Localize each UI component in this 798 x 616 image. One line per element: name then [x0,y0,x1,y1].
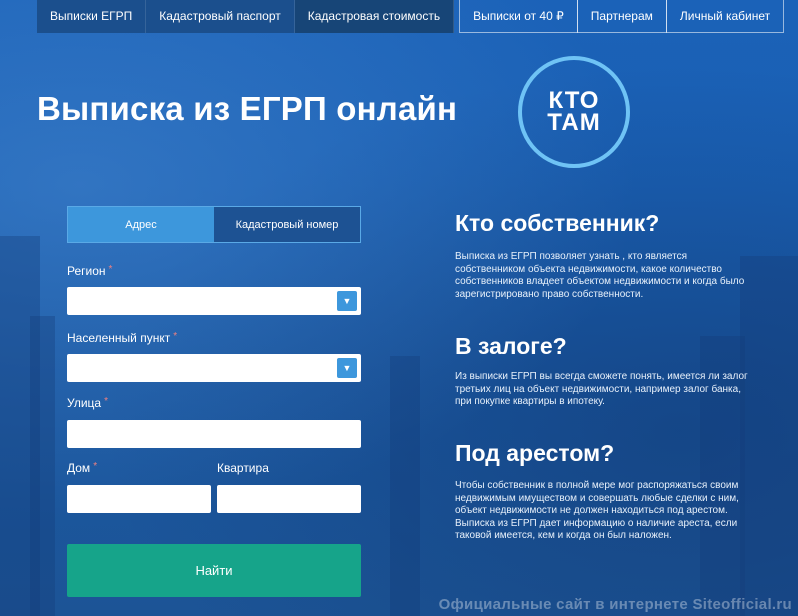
house-input[interactable] [67,485,211,513]
city-label-text: Населенный пункт [67,331,171,345]
nav-group-services: Выписки ЕГРП Кадастровый паспорт Кадастр… [37,0,455,33]
region-label: Регион * [67,264,112,278]
required-mark: * [108,264,113,275]
search-tabs: Адрес Кадастровый номер [67,206,361,243]
logo[interactable]: КТО ТАМ [518,56,630,168]
heading-pledge: В залоге? [455,333,567,359]
text-owner: Выписка из ЕГРП позволяет узнать , кто я… [455,251,745,300]
nav-item-account[interactable]: Личный кабинет [665,0,785,33]
nav-item-egrp[interactable]: Выписки ЕГРП [37,0,147,33]
street-label: Улица * [67,396,108,410]
city-select[interactable] [67,354,361,382]
required-mark: * [173,331,178,342]
page-title: Выписка из ЕГРП онлайн [37,90,458,127]
region-select[interactable] [67,287,361,315]
heading-owner: Кто собственник? [455,210,660,236]
watermark: Официальные сайт в интернете Siteofficia… [438,596,792,613]
apartment-input[interactable] [217,485,361,513]
nav-group-account: Выписки от 40 ₽ Партнерам Личный кабинет [459,0,785,33]
required-mark: * [93,461,98,472]
required-mark: * [104,396,108,407]
street-label-text: Улица [67,396,102,410]
tab-address[interactable]: Адрес [68,207,214,242]
nav-item-cadastral-passport[interactable]: Кадастровый паспорт [146,0,295,33]
text-arrest: Чтобы собственник в полной мере мог расп… [455,480,739,541]
house-label-text: Дом [67,461,91,475]
chevron-down-icon[interactable]: ▼ [337,358,357,378]
nav-item-cadastral-value[interactable]: Кадастровая стоимость [294,0,455,33]
top-nav: Выписки ЕГРП Кадастровый паспорт Кадастр… [37,0,785,33]
tab-cadastral-number[interactable]: Кадастровый номер [214,207,360,242]
house-label: Дом * [67,461,97,475]
text-pledge: Из выписки ЕГРП вы всегда сможете понять… [455,371,748,407]
city-label: Населенный пункт * [67,331,177,345]
nav-item-price[interactable]: Выписки от 40 ₽ [459,0,578,33]
apartment-label: Квартира [217,461,269,475]
heading-arrest: Под арестом? [455,440,615,466]
logo-line-2: ТАМ [547,109,601,136]
submit-button[interactable]: Найти [67,544,361,597]
nav-item-partners[interactable]: Партнерам [576,0,667,33]
region-label-text: Регион [67,264,106,278]
street-input[interactable] [67,420,361,448]
chevron-down-icon[interactable]: ▼ [337,291,357,311]
